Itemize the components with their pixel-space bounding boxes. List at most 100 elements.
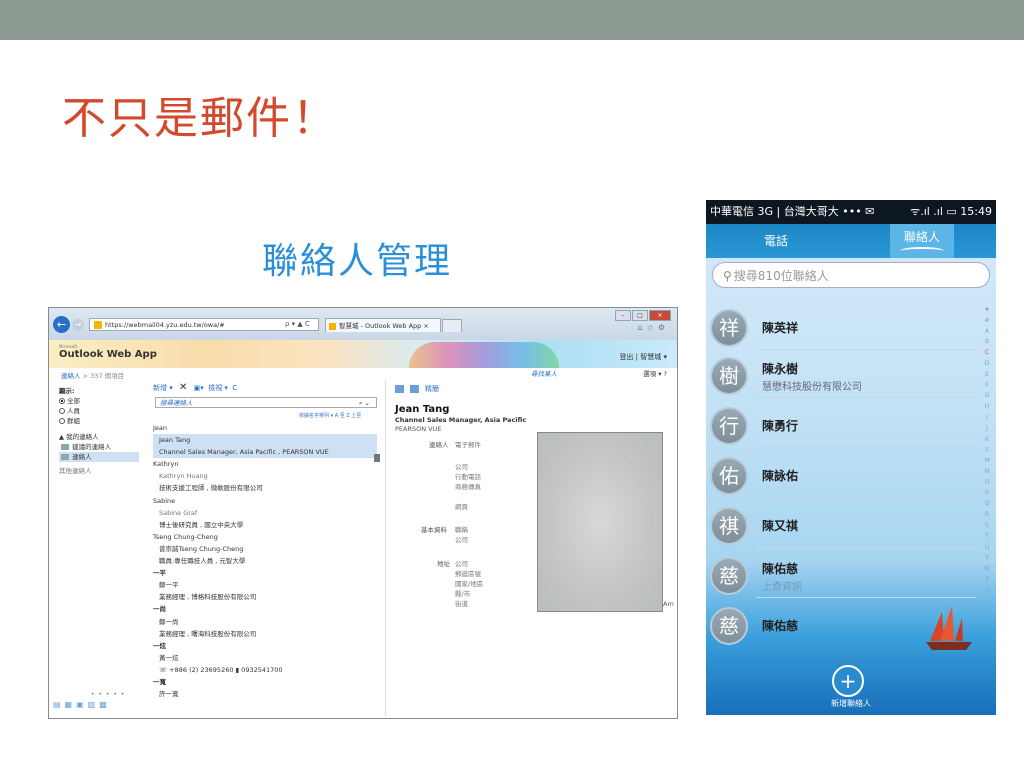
list-item[interactable]: 佑 陳詠佑 — [706, 452, 996, 498]
index-letter[interactable]: P — [982, 488, 992, 499]
index-letter[interactable]: M — [982, 455, 992, 466]
index-letter[interactable]: B — [982, 336, 992, 347]
list-group-header: 一尚 — [153, 605, 166, 614]
index-letter[interactable]: K — [982, 434, 992, 445]
index-letter[interactable]: J — [982, 423, 992, 434]
list-item[interactable]: 慈 陳佑慈 上奇資訊 — [706, 552, 996, 598]
list-item-name[interactable]: 黃一炫 — [153, 652, 377, 664]
list-item-name[interactable]: 曾崇誠Tseng Chung-Cheng — [153, 543, 377, 555]
list-item-name[interactable]: Kathryn Huang — [153, 470, 377, 482]
folder-suggested[interactable]: 建議的連絡人 — [59, 442, 139, 452]
view-button[interactable]: 檢視 ▾ — [208, 384, 228, 392]
alphabet-index[interactable]: ★ # A B C D E F G H I J K L M N O P Q R S T U V W X Y — [982, 304, 992, 596]
index-letter[interactable]: R — [982, 509, 992, 520]
index-letter[interactable]: W — [982, 563, 992, 574]
signout-link[interactable]: 登出 | 智慧城 ▾ — [619, 352, 667, 362]
index-letter[interactable]: # — [982, 315, 992, 326]
breadcrumb-root[interactable]: 連絡人 — [61, 372, 81, 380]
contact-name: 陳勇行 — [762, 419, 799, 433]
card-icon[interactable] — [410, 385, 419, 393]
list-item-detail[interactable]: 博士後研究員 , 國立中央大學 — [153, 519, 377, 531]
tab-close-icon[interactable]: × — [423, 322, 428, 330]
lock-icon — [94, 321, 102, 329]
item-count: 337 個項目 — [90, 372, 125, 380]
list-item[interactable]: 樹 陳永樹 慧懋科技股份有限公司 — [706, 352, 996, 398]
list-item[interactable]: 行 陳勇行 — [706, 402, 996, 448]
address-controls[interactable]: ρ ▾ ▲ C — [285, 318, 310, 331]
browser-nav-icons[interactable]: ⌂☆⚙ — [638, 323, 669, 332]
index-letter[interactable]: H — [982, 401, 992, 412]
find-someone-link[interactable]: 尋找某人 — [531, 368, 557, 378]
filter-all[interactable]: 全部 — [59, 396, 139, 406]
index-letter[interactable]: L — [982, 444, 992, 455]
my-contacts-header[interactable]: ▲ 我的連絡人 — [59, 432, 139, 442]
new-tab-button[interactable] — [442, 319, 462, 332]
list-item-detail[interactable]: 業務經理 , 博格科技股份有限公司 — [153, 591, 377, 603]
index-letter[interactable]: Y — [982, 585, 992, 596]
contact-search-input[interactable]: 搜尋連絡人 ⌕ ⌄ — [155, 397, 377, 408]
add-contact-button[interactable]: + — [832, 665, 864, 697]
index-letter[interactable]: F — [982, 380, 992, 391]
new-button[interactable]: 新增 ▾ — [153, 384, 173, 392]
move-button[interactable]: ▣▾ — [194, 384, 204, 392]
tab-phone[interactable]: 電話 — [764, 232, 788, 249]
compact-view-link[interactable]: 精簡 — [425, 385, 439, 393]
index-letter[interactable]: A — [982, 326, 992, 337]
filter-groups[interactable]: 群組 — [59, 416, 139, 426]
close-icon[interactable]: ✕ — [649, 310, 671, 321]
avatar: 祺 — [710, 507, 748, 545]
radio-icon[interactable] — [59, 418, 65, 424]
list-item-detail[interactable]: Channel Sales Manager, Asia Pacific , PE… — [153, 446, 377, 459]
list-item-name[interactable]: 許一寬 — [153, 688, 377, 700]
index-letter[interactable]: S — [982, 520, 992, 531]
list-item-detail[interactable]: 業務經理 , 曙海科技股份有限公司 — [153, 628, 377, 640]
index-letter[interactable]: C — [982, 347, 992, 358]
list-group-header: Sabine — [153, 496, 176, 505]
edit-icon[interactable] — [395, 385, 404, 393]
index-letter[interactable]: E — [982, 369, 992, 380]
list-item-detail[interactable]: 職員:專任職技人員 , 元智大學 — [153, 555, 377, 567]
list-item-detail[interactable]: 技術支援工程師 , 微軟股份有限公司 — [153, 482, 377, 494]
index-letter[interactable]: G — [982, 390, 992, 401]
pane-splitter[interactable]: • • • • • — [91, 691, 125, 698]
radio-icon[interactable] — [59, 408, 65, 414]
index-letter[interactable]: X — [982, 574, 992, 585]
index-letter[interactable]: I — [982, 412, 992, 423]
index-letter[interactable]: V — [982, 552, 992, 563]
radio-icon[interactable] — [59, 398, 65, 404]
sort-control[interactable]: 依據名字排列 ▾ A 至 Z 上至 — [299, 412, 361, 419]
list-item-detail[interactable]: ☏ +886 (2) 23695260 ▮ 0932541700 — [153, 664, 377, 676]
filter-people[interactable]: 人員 — [59, 406, 139, 416]
tab-contacts[interactable]: 聯絡人 — [890, 224, 954, 258]
list-item[interactable]: 祺 陳又祺 — [706, 502, 996, 548]
scrollbar-thumb[interactable] — [374, 454, 380, 462]
maximize-icon[interactable]: □ — [632, 310, 648, 321]
options-menu[interactable]: 選項 ▾ ? — [643, 368, 667, 378]
contact-search-input[interactable]: ⚲ 搜尋810位聯絡人 — [712, 262, 990, 288]
help-icon[interactable]: ? — [664, 370, 667, 378]
list-scrollbar[interactable] — [374, 426, 380, 716]
index-letter[interactable]: Q — [982, 498, 992, 509]
index-letter[interactable]: ★ — [982, 304, 992, 315]
index-letter[interactable]: T — [982, 531, 992, 542]
module-switcher[interactable]: ▤▦▣▧▩ — [53, 700, 111, 709]
forward-icon[interactable]: → — [72, 319, 84, 331]
folder-contacts[interactable]: 連絡人 — [59, 452, 139, 462]
index-letter[interactable]: U — [982, 542, 992, 553]
back-icon[interactable]: ← — [53, 316, 70, 333]
delete-icon[interactable]: ✕ — [179, 382, 187, 393]
list-item-name[interactable]: 鄭一尚 — [153, 616, 377, 628]
list-item-name[interactable]: Sabine Graf — [153, 507, 377, 519]
browser-tab[interactable]: 智慧城 - Outlook Web App × — [325, 318, 441, 332]
refresh-icon[interactable]: C — [232, 384, 237, 392]
search-icon[interactable]: ⌕ ⌄ — [359, 398, 370, 409]
index-letter[interactable]: O — [982, 477, 992, 488]
list-item[interactable]: 祥 陳英祥 — [706, 304, 996, 350]
minimize-icon[interactable]: – — [615, 310, 631, 321]
index-letter[interactable]: N — [982, 466, 992, 477]
list-item-name[interactable]: 鄭一平 — [153, 579, 377, 591]
field-label: 公司 — [455, 536, 468, 544]
other-contacts[interactable]: 其他連絡人 — [59, 466, 139, 476]
list-item-name[interactable]: Jean Tang — [153, 434, 377, 447]
index-letter[interactable]: D — [982, 358, 992, 369]
